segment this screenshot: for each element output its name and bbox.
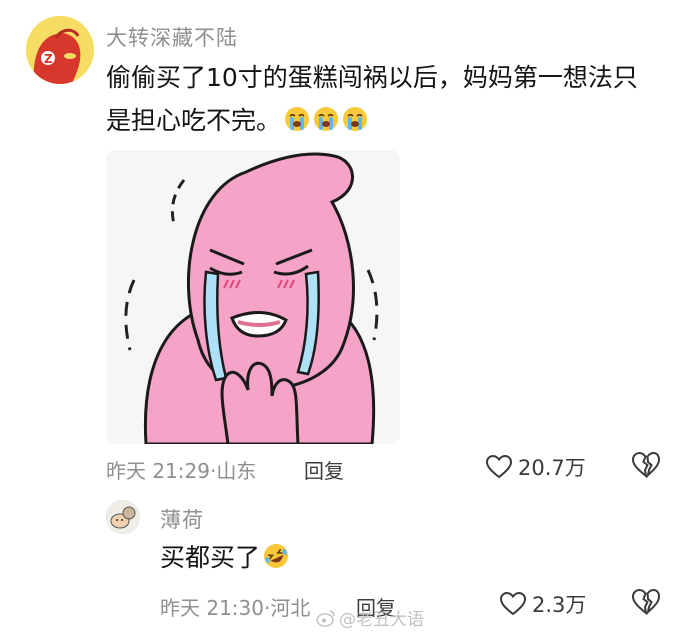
comment-username[interactable]: 大转深藏不陆 [106, 22, 238, 52]
broken-heart-outline-icon [631, 451, 661, 479]
dislike-button[interactable] [631, 588, 661, 619]
pink-crying-character-sticker [106, 150, 400, 444]
comment-time: 昨天 21:29 [106, 459, 210, 483]
comment-text: 买都买了 [160, 543, 261, 572]
comment-time: 昨天 21:30 [160, 596, 264, 620]
comment-text-line: 是担心吃不完。 [106, 99, 368, 142]
weibo-icon [316, 609, 335, 627]
avatar[interactable]: Z [26, 16, 94, 84]
loudly-crying-face-icon [314, 107, 339, 131]
like-count: 2.3万 [532, 593, 587, 617]
comment-text-line: 买都买了 [160, 536, 289, 579]
like-button[interactable]: 2.3万 [500, 589, 586, 619]
comment-text: 是担心吃不完。 [106, 106, 282, 135]
rolling-on-floor-laughing-icon [264, 544, 289, 568]
sticker-image[interactable] [106, 150, 400, 444]
svg-text:Z: Z [44, 52, 53, 66]
loudly-crying-face-icon [285, 107, 310, 131]
loudly-crying-face-icon [343, 107, 368, 131]
comment-username[interactable]: 薄荷 [160, 504, 204, 534]
comment-location: 河北 [270, 596, 311, 620]
comment-meta: 昨天 21:30·河北 [160, 592, 310, 621]
like-button[interactable]: 20.7万 [486, 452, 586, 482]
avatar[interactable] [106, 500, 140, 534]
heart-outline-icon [500, 592, 526, 616]
watermark: @老丑大语 [316, 605, 424, 630]
red-creature-avatar-icon: Z [26, 16, 94, 84]
broken-heart-outline-icon [631, 588, 661, 616]
reply-button[interactable]: 回复 [304, 455, 344, 484]
heart-outline-icon [486, 455, 512, 479]
comment-location: 山东 [216, 459, 257, 483]
watermark-text: @老丑大语 [339, 610, 424, 630]
cartoon-avatar-icon [107, 501, 139, 533]
comment-meta: 昨天 21:29·山东 [106, 455, 256, 484]
dislike-button[interactable] [631, 451, 661, 482]
comment-text-line: 偷偷买了10寸的蛋糕闯祸以后，妈妈第一想法只 [106, 63, 638, 92]
like-count: 20.7万 [518, 456, 586, 480]
